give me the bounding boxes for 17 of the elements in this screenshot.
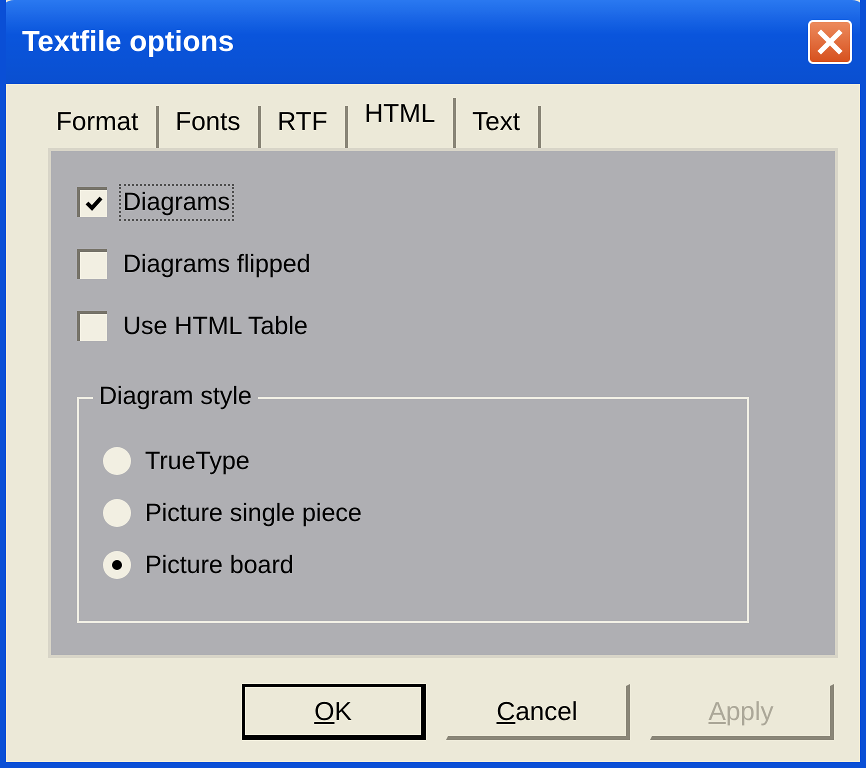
- checkbox-label[interactable]: Diagrams: [121, 186, 232, 218]
- dialog-button[interactable]: OK: [242, 684, 426, 740]
- radio-label[interactable]: Picture single piece: [143, 496, 364, 530]
- radio-button[interactable]: [103, 551, 131, 579]
- radio-label[interactable]: TrueType: [143, 444, 252, 478]
- checkbox[interactable]: [77, 187, 107, 217]
- dialog-button[interactable]: Cancel: [446, 684, 630, 740]
- checkbox-label[interactable]: Use HTML Table: [121, 310, 310, 342]
- close-button[interactable]: [808, 20, 852, 64]
- window-title: Textfile options: [22, 26, 234, 58]
- radio-button[interactable]: [103, 499, 131, 527]
- checkbox[interactable]: [77, 249, 107, 279]
- checkbox-label[interactable]: Diagrams flipped: [121, 248, 313, 280]
- radio-label[interactable]: Picture board: [143, 548, 296, 582]
- radio-button[interactable]: [103, 447, 131, 475]
- close-icon: [817, 29, 843, 55]
- checkbox[interactable]: [77, 311, 107, 341]
